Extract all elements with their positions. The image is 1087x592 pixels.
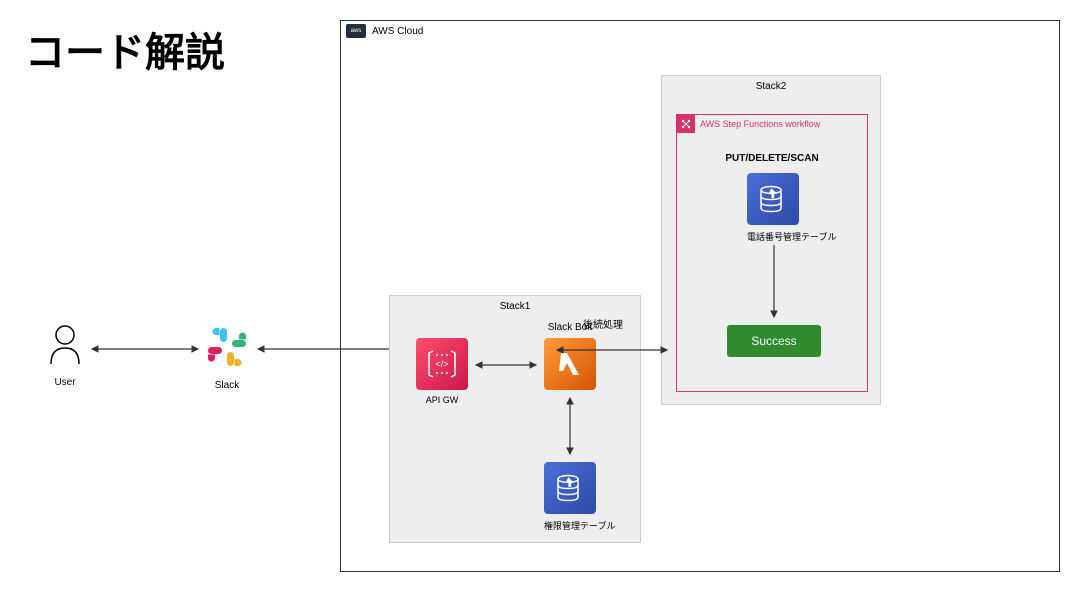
page-title: コード解説: [25, 20, 225, 78]
slack-label: Slack: [205, 380, 249, 391]
post-process-label: 後続処理: [583, 316, 623, 331]
phone-table-label: 電話番号管理テーブル: [747, 230, 836, 243]
stepfunctions-title: AWS Step Functions workflow: [700, 117, 820, 132]
dynamodb-icon: [747, 173, 799, 225]
dynamodb-icon: [544, 462, 596, 514]
arrow-apigw-lambda: [470, 360, 542, 370]
aws-cloud-container: aws AWS Cloud Stack1 </> API GW Slack Bo…: [340, 20, 1060, 572]
stack1-label: Stack1: [390, 301, 640, 312]
permission-table-node: 権限管理テーブル: [544, 462, 615, 532]
stepfunctions-icon: [677, 115, 695, 133]
api-gateway-icon: </>: [416, 338, 468, 390]
user-label: User: [47, 377, 83, 388]
arrow-user-slack: [86, 344, 204, 354]
api-gateway-node: </> API GW: [416, 338, 468, 405]
phone-table-node: 電話番号管理テーブル: [747, 173, 836, 243]
permission-table-label: 権限管理テーブル: [544, 519, 615, 532]
aws-header: aws AWS Cloud: [341, 21, 1059, 41]
slack-icon: [205, 325, 249, 369]
arrow-lambda-permtable: [565, 392, 575, 460]
svg-text:</>: </>: [435, 359, 448, 369]
aws-cloud-label: AWS Cloud: [372, 26, 423, 37]
stack1-container: Stack1 </> API GW Slack Bolt: [389, 295, 641, 543]
api-gateway-label: API GW: [416, 395, 468, 405]
stepfunctions-header: AWS Step Functions workflow: [677, 115, 867, 133]
user-icon: [47, 324, 83, 366]
stack2-label: Stack2: [662, 81, 880, 92]
slack-node: Slack: [205, 325, 249, 391]
aws-logo-icon: aws: [346, 24, 366, 38]
user-node: User: [47, 324, 83, 388]
stack2-container: Stack2 AWS Step Functions workflow PUT/D…: [661, 75, 881, 405]
success-node: Success: [727, 325, 821, 357]
arrow-dynamo-success: [769, 243, 779, 323]
arrow-lambda-stepfn: [551, 345, 673, 355]
stepfunctions-container: AWS Step Functions workflow PUT/DELETE/S…: [676, 114, 868, 392]
operation-label: PUT/DELETE/SCAN: [677, 153, 867, 164]
